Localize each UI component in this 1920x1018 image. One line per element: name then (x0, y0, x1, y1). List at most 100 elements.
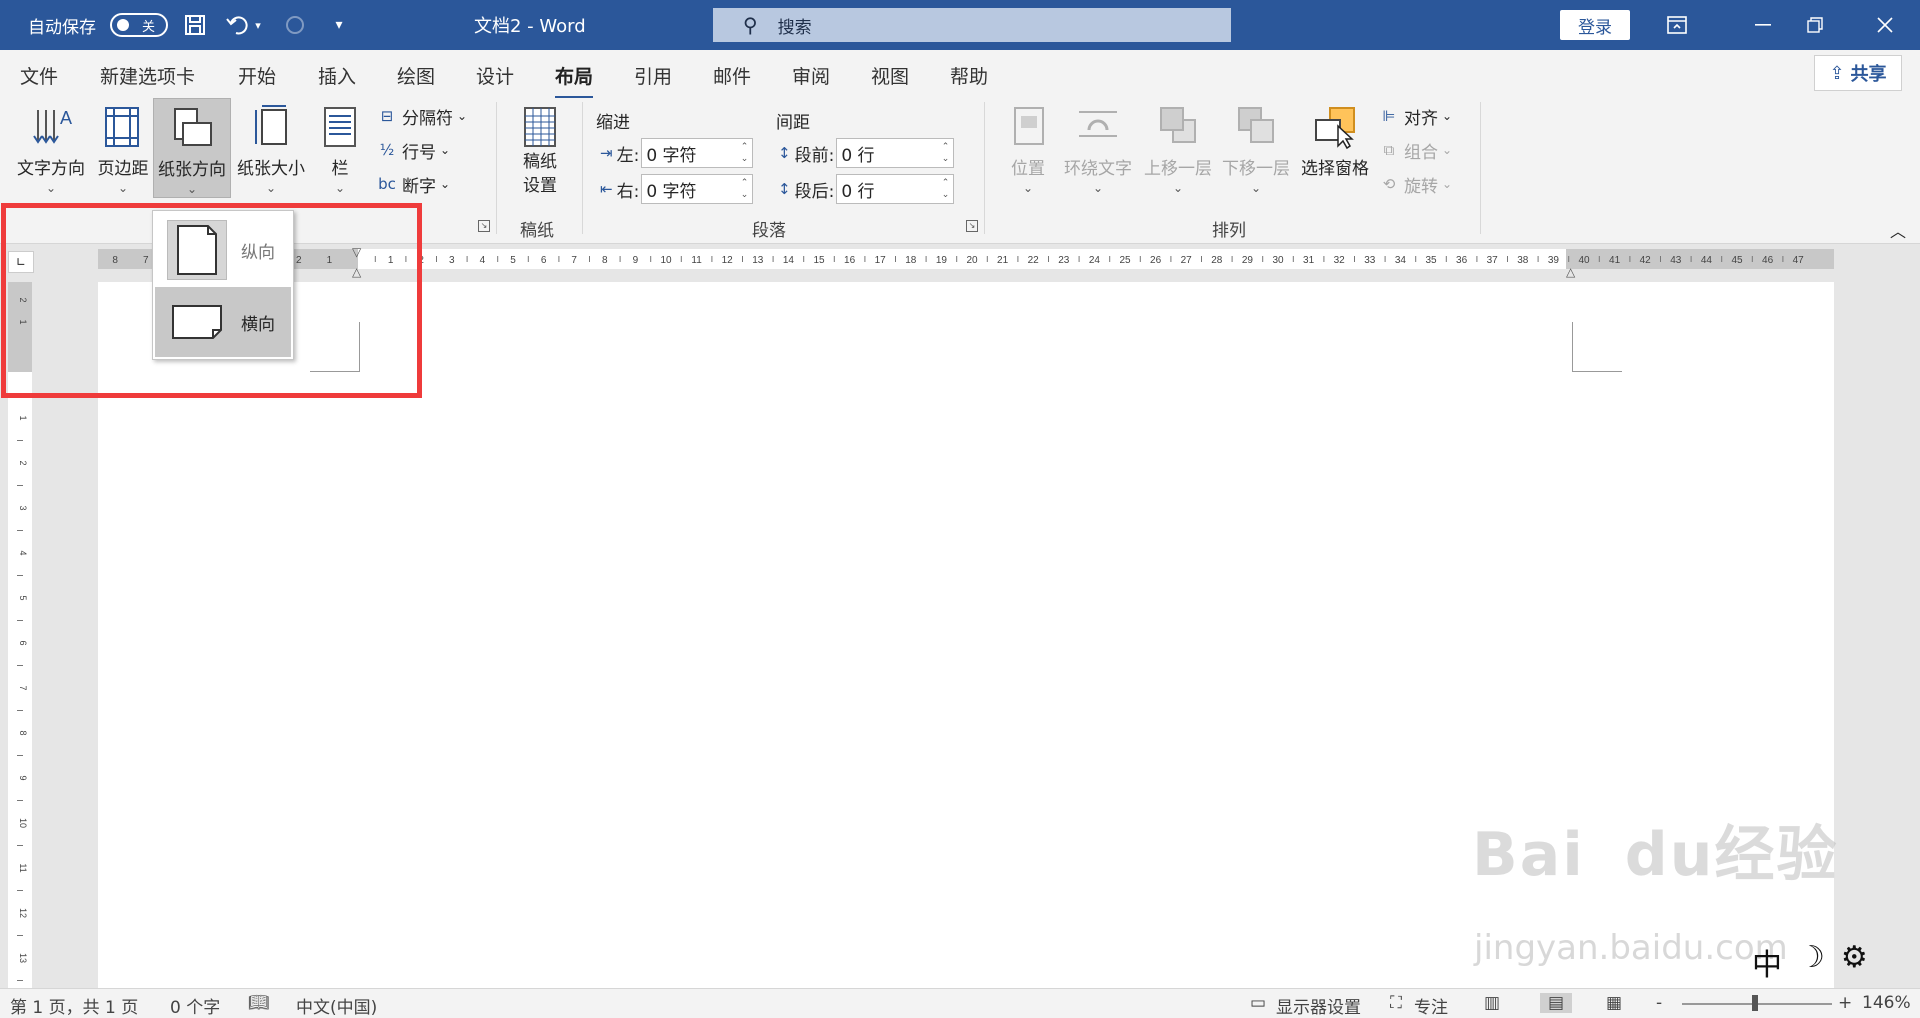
share-label: 共享 (1850, 64, 1887, 85)
undo-dropdown-icon[interactable]: ▾ (248, 0, 268, 50)
collapse-ribbon-icon[interactable]: ︿ (1890, 218, 1906, 242)
bring-forward-label: 上移一层 (1144, 159, 1212, 179)
orientation-button[interactable]: 纸张方向 ⌄ (153, 98, 231, 198)
moon-icon[interactable]: ☽ (1798, 940, 1825, 984)
spinner-arrows-icon[interactable]: ⌃ ⌄ (942, 177, 950, 201)
spacing-before-input[interactable]: 0 行 ⌃ ⌄ (836, 138, 955, 168)
zoom-in-button[interactable]: + (1838, 993, 1852, 1013)
selection-pane-button[interactable]: 选择窗格 (1296, 98, 1374, 198)
position-button[interactable]: 位置 ⌄ (1002, 98, 1054, 198)
tab-help[interactable]: 帮助 (950, 62, 988, 89)
ribbon-display-options-icon[interactable] (1652, 0, 1702, 50)
ruler-label: 47 (1793, 255, 1805, 266)
indent-heading: 缩进 (596, 113, 630, 133)
proofing-icon[interactable]: 📖︎ (248, 993, 270, 1013)
autosave-toggle[interactable]: 关 (110, 13, 168, 37)
draft-paper-icon (524, 107, 556, 147)
tab-layout[interactable]: 布局 (555, 62, 594, 99)
minimize-icon[interactable] (1738, 0, 1788, 50)
ruler-label: 17 (875, 255, 887, 266)
focus-label[interactable]: 专注 (1414, 993, 1448, 1018)
ruler-label: 44 (1701, 255, 1713, 266)
language-status[interactable]: 中文(中国) (296, 993, 377, 1018)
align-icon: ⊫ (1382, 107, 1396, 125)
rotate-label: 旋转 (1404, 176, 1438, 197)
rotate-icon: ⟲ (1382, 175, 1396, 193)
tab-home[interactable]: 开始 (238, 62, 276, 89)
size-button[interactable]: 纸张大小 ⌄ (234, 98, 308, 198)
ime-chinese-icon[interactable]: 中 (1752, 940, 1782, 984)
display-settings-icon[interactable]: ▭ (1250, 993, 1266, 1013)
position-label: 位置 (1011, 159, 1045, 179)
hyphenation-label: 断字 (402, 176, 436, 197)
spinner-arrows-icon[interactable]: ⌃ ⌄ (741, 177, 749, 201)
vertical-ruler-label: 8 (18, 730, 28, 735)
tab-review[interactable]: 审阅 (792, 62, 830, 89)
text-direction-button[interactable]: A 文字方向 ⌄ (12, 98, 90, 198)
search-box[interactable]: ⚲ 搜索 (713, 8, 1231, 42)
chevron-down-icon: ⌄ (440, 177, 451, 191)
gear-icon[interactable]: ⚙ (1841, 940, 1868, 984)
hyphenation-button[interactable]: bc 断字 ⌄ (376, 170, 450, 198)
zoom-slider-thumb[interactable] (1752, 995, 1758, 1011)
tab-new-tab[interactable]: 新建选项卡 (100, 62, 195, 89)
redo-icon[interactable] (278, 0, 312, 50)
spinner-arrows-icon[interactable]: ⌃ ⌄ (942, 141, 950, 165)
breaks-button[interactable]: ⊟ 分隔符 ⌄ (376, 102, 467, 130)
group-icon: ⧉ (1383, 141, 1395, 159)
page-setup-launcher-icon[interactable]: ↘ (478, 220, 490, 232)
tab-file[interactable]: 文件 (20, 62, 58, 89)
watermark-brand: Bai (1472, 820, 1585, 890)
read-mode-icon[interactable]: ▥ (1484, 993, 1500, 1013)
ruler-label: 3 (449, 255, 455, 266)
tab-mailings[interactable]: 邮件 (713, 62, 751, 89)
right-indent-marker-icon[interactable]: △ (1566, 265, 1575, 279)
columns-button[interactable]: 栏 ⌄ (316, 98, 364, 198)
share-button[interactable]: ⇪ 共享 (1814, 55, 1902, 91)
group-objects-button[interactable]: ⧉ 组合 ⌄ (1378, 136, 1452, 164)
spacing-after-input[interactable]: 0 行 ⌃ ⌄ (836, 174, 955, 204)
display-settings-label[interactable]: 显示器设置 (1276, 993, 1361, 1018)
indent-right-input[interactable]: 0 字符 ⌃ ⌄ (641, 174, 754, 204)
zoom-level[interactable]: 146% (1862, 993, 1911, 1013)
tab-view[interactable]: 视图 (871, 62, 909, 89)
tab-insert[interactable]: 插入 (318, 62, 356, 89)
close-icon[interactable] (1860, 0, 1910, 50)
orientation-label: 纸张方向 (158, 160, 226, 180)
print-layout-icon[interactable]: ▤ (1540, 993, 1573, 1013)
spinner-arrows-icon[interactable]: ⌃ ⌄ (741, 141, 749, 165)
zoom-out-button[interactable]: - (1656, 993, 1662, 1013)
line-numbers-button[interactable]: ½ 行号 ⌄ (376, 136, 450, 164)
vertical-scrollbar[interactable] (1844, 282, 1920, 988)
ruler-label: 40 (1578, 255, 1590, 266)
group-separator (1480, 102, 1481, 234)
vertical-ruler-label: 1 (18, 415, 28, 420)
margins-button[interactable]: 页边距 ⌄ (92, 98, 154, 198)
login-button[interactable]: 登录 (1560, 10, 1630, 40)
align-button[interactable]: ⊫ 对齐 ⌄ (1378, 102, 1452, 130)
ruler-label: 18 (905, 255, 917, 266)
send-backward-button[interactable]: 下移一层 ⌄ (1218, 98, 1294, 198)
wrap-text-button[interactable]: 环绕文字 ⌄ (1060, 98, 1136, 198)
save-icon[interactable] (178, 0, 212, 50)
word-count[interactable]: 0 个字 (170, 993, 220, 1018)
customize-toolbar-icon[interactable]: ▾ (322, 0, 356, 50)
watermark-brand2: du (1624, 820, 1715, 890)
restore-icon[interactable] (1790, 0, 1840, 50)
paragraph-launcher-icon[interactable]: ↘ (966, 220, 978, 232)
web-layout-icon[interactable]: ▦ (1606, 993, 1622, 1013)
focus-icon[interactable]: ⛶ (1390, 993, 1402, 1013)
bring-forward-button[interactable]: 上移一层 ⌄ (1140, 98, 1216, 198)
indent-left-input[interactable]: 0 字符 ⌃ ⌄ (641, 138, 754, 168)
chevron-down-icon: ⌄ (334, 181, 346, 195)
tab-draw[interactable]: 绘图 (397, 62, 435, 89)
tab-design[interactable]: 设计 (476, 62, 514, 89)
tab-references[interactable]: 引用 (634, 62, 672, 89)
page-count[interactable]: 第 1 页，共 1 页 (10, 993, 138, 1018)
columns-label: 栏 (331, 159, 349, 179)
ruler-label: 21 (997, 255, 1009, 266)
draft-paper-label: 稿纸 设置 (523, 152, 557, 196)
rotate-button[interactable]: ⟲ 旋转 ⌄ (1378, 170, 1452, 198)
search-placeholder: 搜索 (777, 17, 812, 38)
draft-paper-button[interactable]: 稿纸 设置 (512, 98, 568, 198)
